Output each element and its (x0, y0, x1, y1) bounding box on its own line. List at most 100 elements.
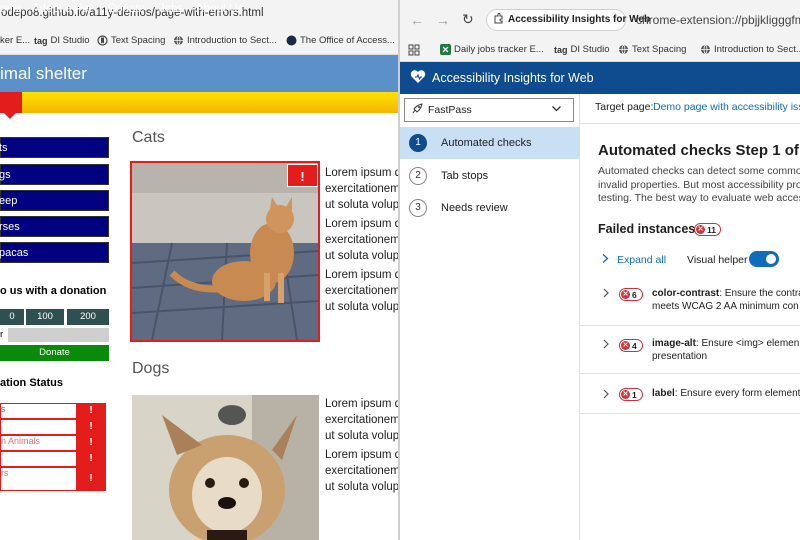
tab-title: Accessibility Insights for Web (508, 14, 651, 25)
failed-count-badge: ✕ 11 (694, 223, 721, 236)
nav-jobs[interactable]: Jobs (159, 3, 183, 15)
bookmark-text-spacing[interactable]: Text Spacing (97, 35, 165, 46)
bookmark-ker[interactable]: ker E... (0, 35, 30, 46)
globe-icon (173, 35, 184, 46)
dogs-heading: Dogs (132, 360, 170, 377)
donate-button[interactable]: Donate (0, 345, 109, 361)
step-tab-stops[interactable]: Tab stops (441, 170, 488, 182)
nav-donate[interactable]: Donate (108, 3, 145, 15)
bookmark-office[interactable]: The Office of Access... (286, 35, 395, 46)
rule-count: 6 (632, 289, 637, 300)
rule-line: meets WCAG 2 AA minimum con (652, 301, 799, 312)
status-text: rs (1, 468, 9, 478)
dogs-paragraph-1: Lorem ipsum d exercitationem ut soluta v… (325, 396, 398, 444)
bookmark-di-studio[interactable]: tag DI Studio (34, 35, 90, 46)
rule-label-text: label: Ensure every form element (652, 387, 800, 400)
bookmark-introduction[interactable]: Introduction to Sect... (173, 35, 277, 46)
bookmark-label: Text Spacing (632, 44, 687, 55)
tag-logo-icon: tag (554, 44, 568, 55)
sidebar-dogs-button[interactable]: gs (0, 164, 109, 185)
text-line: ut soluta volup (325, 301, 398, 313)
extension-icon (493, 13, 504, 24)
fail-x-icon: ✕ (621, 341, 630, 350)
other-amount-input[interactable] (8, 328, 109, 342)
accessibility-insights-window: ← → ↻ Accessibility Insights for Web chr… (400, 0, 800, 540)
chevron-right-icon[interactable] (602, 339, 610, 349)
text-line: Lorem ipsum d (325, 269, 398, 281)
nav-adopt[interactable]: Adopt a Pet (32, 3, 92, 15)
apps-grid-icon[interactable] (408, 44, 420, 56)
rule-name: label (652, 388, 675, 399)
refresh-icon[interactable]: ↻ (462, 11, 474, 28)
cats-paragraph-1: Lorem ipsum d exercitationem ut soluta v… (325, 165, 398, 213)
text-line: Lorem ipsum d (325, 218, 398, 230)
rule-name: color-contrast (652, 288, 720, 299)
rocket-icon (411, 103, 423, 115)
forward-icon[interactable]: → (436, 12, 450, 28)
step-automated-checks[interactable]: Automated checks (441, 137, 532, 149)
text-line: ut soluta volup (325, 430, 398, 442)
bookmark-di-studio[interactable]: tag DI Studio (554, 44, 610, 55)
bookmark-label: Introduction to Sect... (714, 44, 800, 55)
toggle-knob (766, 254, 776, 264)
page-heading: Automated checks Step 1 of 3 (598, 142, 800, 159)
tag-logo-icon: tag (34, 35, 48, 46)
bookmark-introduction[interactable]: Introduction to Sect... (700, 44, 800, 55)
bookmark-text-spacing[interactable]: Text Spacing (618, 44, 686, 55)
rule-count-badge: ✕ 4 (619, 339, 643, 352)
text-line: exercitationem (325, 183, 398, 195)
error-badge[interactable]: ! (76, 420, 106, 434)
left-bookmarks-bar: ker E... tag DI Studio Text Spacing Intr… (0, 28, 398, 55)
sidebar-label: gs (0, 169, 11, 181)
description-line: Automated checks can detect some common (598, 165, 800, 177)
error-badge[interactable]: ! (76, 452, 106, 466)
status-text: n Animals (1, 436, 41, 446)
text-line: ut soluta volup (325, 199, 398, 211)
bookmark-label: DI Studio (570, 44, 610, 55)
sidebar-sheep-button[interactable]: eep (0, 190, 109, 211)
visual-helper-label: Visual helper (687, 254, 748, 266)
bookmark-label: DI Studio (50, 35, 90, 46)
amount-button[interactable]: 100 (26, 309, 64, 325)
bookmark-label: Daily jobs tracker E... (454, 44, 544, 55)
site-title: imal shelter (0, 64, 87, 83)
sidebar-horses-button[interactable]: rses (0, 216, 109, 237)
error-badge[interactable]: ! (76, 404, 106, 418)
text-line: exercitationem (325, 234, 398, 246)
target-page-link[interactable]: Demo page with accessibility issu (653, 101, 800, 113)
text-line: Lorem ipsum d (325, 398, 398, 410)
other-amount-label: r (0, 329, 4, 340)
sidebar-cats-button[interactable]: ts (0, 137, 109, 158)
step-number-circle: 2 (409, 167, 427, 185)
failed-count: 11 (707, 224, 716, 235)
bookmark-label: ker E... (0, 35, 31, 46)
adoption-status-heading: ation Status (0, 377, 63, 389)
bookmark-label: Text Spacing (111, 35, 166, 46)
error-badge[interactable]: ! (76, 436, 106, 450)
nav-home-pointer (4, 113, 16, 119)
chevron-right-icon[interactable] (602, 288, 610, 298)
text-line: ut soluta volup (325, 250, 398, 262)
site-nav (0, 92, 398, 113)
bookmark-daily-jobs[interactable]: Daily jobs tracker E... (440, 44, 544, 55)
nav-about[interactable]: About Us (196, 3, 243, 15)
amount-button[interactable]: 0 (0, 309, 24, 325)
back-icon[interactable]: ← (410, 12, 424, 28)
step-needs-review[interactable]: Needs review (441, 202, 508, 214)
error-badge[interactable]: ! (76, 468, 106, 490)
text-line: Lorem ipsum d (325, 167, 398, 179)
target-page-label: Target page: (595, 101, 654, 113)
chevron-right-icon[interactable] (602, 389, 610, 399)
sidebar-alpacas-button[interactable]: pacas (0, 242, 109, 263)
dog-photo (132, 395, 319, 540)
visual-helper-toggle[interactable] (749, 251, 779, 267)
cats-paragraph-3: Lorem ipsum d exercitationem ut soluta v… (325, 267, 398, 315)
rule-line: presentation (652, 351, 708, 362)
error-badge[interactable]: ! (287, 164, 318, 187)
expand-all-button[interactable]: Expand all (617, 254, 666, 266)
chevron-right-icon (601, 253, 610, 264)
nav-home[interactable]: ome (0, 3, 22, 15)
amount-button[interactable]: 200 (67, 309, 109, 325)
right-url[interactable]: chrome-extension://pbjjkligggfmakd (636, 13, 800, 27)
dogs-paragraph-2: Lorem ipsum d exercitationem ut soluta v… (325, 447, 398, 495)
